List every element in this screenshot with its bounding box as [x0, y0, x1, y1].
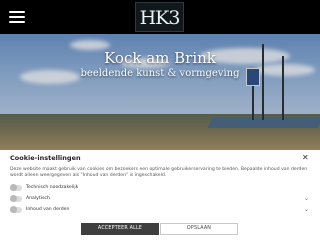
toggle-analytical[interactable]: [10, 195, 22, 202]
option-label: Technisch noodzakelijk: [26, 185, 79, 190]
cookie-option-third-party: Inhoud van derden ⌄: [10, 206, 310, 214]
cookie-title: Cookie-instellingen: [10, 154, 81, 162]
chevron-down-icon[interactable]: ⌄: [304, 206, 309, 213]
hamburger-icon[interactable]: [9, 11, 25, 23]
toggle-technical[interactable]: [10, 184, 22, 191]
hero-title: Kock am Brink: [104, 49, 216, 67]
close-icon[interactable]: ✕: [302, 153, 309, 162]
cookie-option-analytical: Analytisch ⌄: [10, 195, 310, 203]
hero-subtitle: beeldende kunst & vormgeving: [80, 68, 240, 79]
cookie-option-technical: Technisch noodzakelijk: [10, 184, 310, 192]
cookie-description: Deze website maakt gebruik van cookies o…: [10, 167, 308, 178]
toggle-third-party[interactable]: [10, 206, 22, 213]
site-logo[interactable]: HK3: [135, 2, 184, 32]
chevron-down-icon[interactable]: ⌄: [304, 195, 309, 202]
option-label: Analytisch: [26, 196, 50, 201]
logo-text: HK3: [139, 7, 181, 29]
accept-all-button[interactable]: ACCEPTEER ALLE: [81, 223, 159, 235]
save-button[interactable]: OPSLAAN: [160, 223, 238, 235]
top-bar: HK3: [0, 0, 320, 34]
option-label: Inhoud van derden: [26, 207, 70, 212]
